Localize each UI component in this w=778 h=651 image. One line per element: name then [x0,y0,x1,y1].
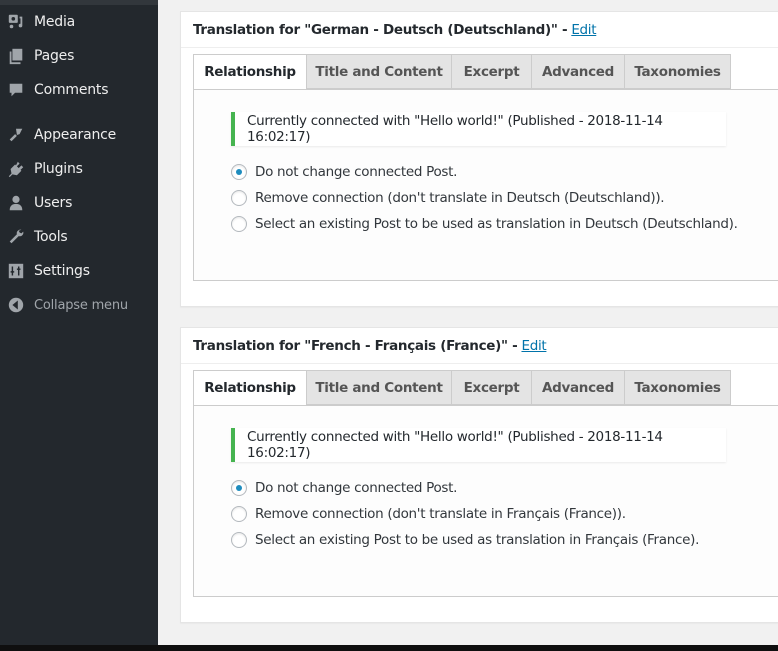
sidebar-item-appearance[interactable]: Appearance [0,118,158,152]
tab-bar: Relationship Title and Content Excerpt A… [193,370,731,406]
panel-header: Translation for "German - Deutsch (Deuts… [181,12,778,48]
translation-panel-french: Translation for "French - Français (Fran… [180,327,778,623]
sidebar-item-pages[interactable]: Pages [0,39,158,73]
sidebar-item-media[interactable]: Media [0,5,158,39]
radio-button[interactable] [231,164,247,180]
option-do-not-change[interactable]: Do not change connected Post. [231,477,457,499]
sidebar-label: Users [34,195,73,211]
tab-title-and-content[interactable]: Title and Content [306,370,451,405]
radio-checked-dot [236,485,242,491]
settings-icon [6,261,26,281]
option-label: Select an existing Post to be used as tr… [255,216,738,232]
appearance-icon [6,125,26,145]
option-label: Remove connection (don't translate in De… [255,190,665,206]
sidebar-label: Settings [34,263,90,279]
tab-content-relationship: Currently connected with "Hello world!" … [193,405,778,597]
edit-link[interactable]: Edit [571,22,596,38]
tab-relationship[interactable]: Relationship [193,370,306,406]
sidebar-item-plugins[interactable]: Plugins [0,152,158,186]
sidebar-label: Appearance [34,127,117,143]
users-icon [6,193,26,213]
sidebar-label: Pages [34,48,75,64]
option-select-existing[interactable]: Select an existing Post to be used as tr… [231,213,738,235]
radio-button[interactable] [231,216,247,232]
tab-taxonomies[interactable]: Taxonomies [624,370,731,405]
tab-relationship[interactable]: Relationship [193,54,306,90]
collapse-arrow-icon [6,295,26,315]
panel-title: Translation for "German - Deutsch (Deuts… [193,21,568,38]
tab-taxonomies[interactable]: Taxonomies [624,54,731,89]
tools-icon [6,227,26,247]
pages-icon [6,46,26,66]
radio-button[interactable] [231,480,247,496]
option-do-not-change[interactable]: Do not change connected Post. [231,161,457,183]
sidebar-item-comments[interactable]: Comments [0,73,158,107]
tab-title-and-content[interactable]: Title and Content [306,54,451,89]
tab-excerpt[interactable]: Excerpt [451,370,531,405]
tab-bar: Relationship Title and Content Excerpt A… [193,54,731,90]
connection-notice: Currently connected with "Hello world!" … [231,428,726,462]
translation-panel-german: Translation for "German - Deutsch (Deuts… [180,11,778,307]
sidebar-label: Tools [34,229,68,245]
radio-checked-dot [236,169,242,175]
tab-excerpt[interactable]: Excerpt [451,54,531,89]
option-label: Remove connection (don't translate in Fr… [255,506,626,522]
bottom-edge-bar [0,645,778,651]
sidebar-label: Media [34,14,76,30]
option-label: Select an existing Post to be used as tr… [255,532,700,548]
plugins-icon [6,159,26,179]
radio-button[interactable] [231,506,247,522]
tab-content-relationship: Currently connected with "Hello world!" … [193,89,778,281]
sidebar-label: Plugins [34,161,83,177]
option-remove-connection[interactable]: Remove connection (don't translate in De… [231,187,665,209]
tab-advanced[interactable]: Advanced [531,370,624,405]
sidebar-item-settings[interactable]: Settings [0,254,158,288]
radio-button[interactable] [231,532,247,548]
media-icon [6,12,26,32]
tab-advanced[interactable]: Advanced [531,54,624,89]
admin-sidebar: Media Pages Comments Appearance Plugins … [0,0,158,651]
option-remove-connection[interactable]: Remove connection (don't translate in Fr… [231,503,626,525]
option-select-existing[interactable]: Select an existing Post to be used as tr… [231,529,699,551]
collapse-menu-button[interactable]: Collapse menu [0,288,158,322]
radio-button[interactable] [231,190,247,206]
sidebar-label: Comments [34,82,109,98]
edit-link[interactable]: Edit [521,338,546,354]
option-label: Do not change connected Post. [255,480,458,496]
comments-icon [6,80,26,100]
collapse-menu-label: Collapse menu [34,297,128,313]
sidebar-item-users[interactable]: Users [0,186,158,220]
connection-notice: Currently connected with "Hello world!" … [231,112,726,146]
option-label: Do not change connected Post. [255,164,458,180]
sidebar-item-tools[interactable]: Tools [0,220,158,254]
panel-title: Translation for "French - Français (Fran… [193,337,518,354]
panel-header: Translation for "French - Français (Fran… [181,328,778,364]
